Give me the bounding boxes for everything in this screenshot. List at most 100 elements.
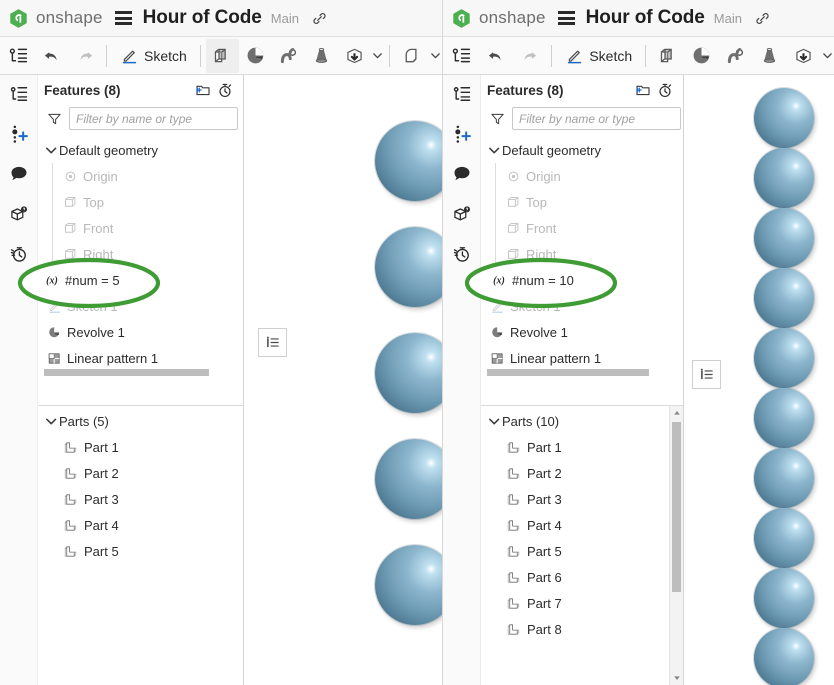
part-sphere[interactable] xyxy=(754,388,814,448)
feature-tree-hscrollbar-left[interactable] xyxy=(44,369,209,376)
filter-input-left[interactable] xyxy=(69,107,238,130)
rail-history[interactable] xyxy=(5,241,33,267)
part-sphere[interactable] xyxy=(375,545,442,625)
feature-tree-hscrollbar-right[interactable] xyxy=(487,369,649,376)
chevron-down-icon-2[interactable] xyxy=(428,39,442,73)
chevron-down-icon[interactable] xyxy=(487,143,502,158)
part-list-item[interactable]: Part 2 xyxy=(481,460,668,486)
rail-comments[interactable] xyxy=(5,161,33,187)
tree-row-feature[interactable]: Revolve 1 xyxy=(481,319,683,345)
part-list-item[interactable]: Part 5 xyxy=(481,538,668,564)
tree-row-feature[interactable]: Sketch 1 xyxy=(481,293,683,319)
revolve-icon[interactable] xyxy=(239,39,272,73)
link-icon[interactable] xyxy=(311,10,328,27)
scroll-up-arrow-icon[interactable] xyxy=(670,406,683,420)
part-list-item[interactable]: Part 6 xyxy=(481,564,668,590)
feature-list-icon-right[interactable] xyxy=(445,39,479,73)
tree-row-group[interactable]: Default geometry xyxy=(481,137,683,163)
undo-icon-right[interactable] xyxy=(479,39,513,73)
loft-icon-right[interactable] xyxy=(753,39,787,73)
rail-add-point[interactable] xyxy=(5,121,33,147)
extrude-icon[interactable] xyxy=(205,38,239,73)
rail-feature-tree-right[interactable] xyxy=(448,81,476,107)
rail-history-right[interactable] xyxy=(448,241,476,267)
parts-header-row[interactable]: Parts (5) xyxy=(38,408,243,434)
part-list-item[interactable]: Part 5 xyxy=(38,538,243,564)
redo-icon-right[interactable] xyxy=(513,39,547,73)
sketch-button[interactable]: Sketch xyxy=(112,39,195,73)
parts-vscrollbar-right[interactable] xyxy=(669,406,683,685)
chevron-down-icon[interactable] xyxy=(371,39,385,73)
filter-funnel-icon[interactable] xyxy=(46,111,63,127)
rail-comments-right[interactable] xyxy=(448,161,476,187)
import-derived-icon[interactable] xyxy=(338,39,371,73)
loft-icon[interactable] xyxy=(305,39,338,73)
tree-row-child[interactable]: Top xyxy=(38,189,243,215)
chevron-down-icon-right[interactable] xyxy=(820,39,834,73)
extrude-icon-right[interactable] xyxy=(651,39,685,73)
tree-row-feature[interactable]: Sketch 1 xyxy=(38,293,243,319)
part-list-item[interactable]: Part 4 xyxy=(38,512,243,538)
3d-viewport-left[interactable] xyxy=(244,75,442,685)
part-sphere[interactable] xyxy=(375,227,442,307)
part-sphere[interactable] xyxy=(754,508,814,568)
part-sphere[interactable] xyxy=(375,333,442,413)
part-list-item[interactable]: Part 2 xyxy=(38,460,243,486)
part-sphere[interactable] xyxy=(375,439,442,519)
part-sphere[interactable] xyxy=(754,208,814,268)
part-list-item[interactable]: Part 8 xyxy=(481,616,668,642)
parts-vscroll-thumb[interactable] xyxy=(672,422,681,592)
part-list-item[interactable]: Part 1 xyxy=(38,434,243,460)
part-sphere[interactable] xyxy=(754,568,814,628)
redo-icon[interactable] xyxy=(68,39,101,73)
sweep-icon[interactable] xyxy=(272,39,305,73)
rail-feature-tree[interactable] xyxy=(5,81,33,107)
part-list-item[interactable]: Part 3 xyxy=(481,486,668,512)
view-list-icon-right[interactable] xyxy=(692,360,721,389)
link-icon-right[interactable] xyxy=(754,10,771,27)
filter-funnel-icon-right[interactable] xyxy=(489,111,506,127)
rollback-timer-icon-right[interactable] xyxy=(654,79,676,101)
part-list-item[interactable]: Part 7 xyxy=(481,590,668,616)
add-folder-icon[interactable] xyxy=(192,79,214,101)
part-list-item[interactable]: Part 3 xyxy=(38,486,243,512)
chevron-down-icon[interactable] xyxy=(487,414,502,429)
tree-row-child[interactable]: Origin xyxy=(38,163,243,189)
hamburger-menu-icon-right[interactable] xyxy=(557,11,575,25)
part-list-item[interactable]: Part 1 xyxy=(481,434,668,460)
tree-row-child[interactable]: Top xyxy=(481,189,683,215)
parts-header-row[interactable]: Parts (10) xyxy=(481,408,668,434)
tree-row-child[interactable]: Origin xyxy=(481,163,683,189)
tree-row-feature[interactable]: Linear pattern 1 xyxy=(38,345,243,371)
feature-tree-left[interactable]: Default geometry Origin Top Front Right (x) #n… xyxy=(38,137,243,405)
tree-row-child[interactable]: Front xyxy=(38,215,243,241)
part-sphere[interactable] xyxy=(375,121,442,201)
part-list-item[interactable]: Part 4 xyxy=(481,512,668,538)
scroll-down-arrow-icon[interactable] xyxy=(670,671,683,685)
revolve-icon-right[interactable] xyxy=(685,39,719,73)
3d-viewport-right[interactable] xyxy=(684,75,834,685)
tree-row-child[interactable]: Right xyxy=(481,241,683,267)
part-sphere[interactable] xyxy=(754,268,814,328)
import-derived-icon-right[interactable] xyxy=(786,39,820,73)
tree-row-child[interactable]: Right xyxy=(38,241,243,267)
add-folder-icon-right[interactable] xyxy=(632,79,654,101)
view-list-icon-left[interactable] xyxy=(258,328,287,357)
chevron-down-icon[interactable] xyxy=(44,414,59,429)
part-sphere[interactable] xyxy=(754,88,814,148)
fillet-icon[interactable] xyxy=(395,39,428,73)
filter-input-right[interactable] xyxy=(512,107,681,130)
part-sphere[interactable] xyxy=(754,448,814,508)
sketch-button-right[interactable]: Sketch xyxy=(557,39,640,73)
part-sphere[interactable] xyxy=(754,328,814,388)
rollback-timer-icon[interactable] xyxy=(214,79,236,101)
chevron-down-icon[interactable] xyxy=(44,143,59,158)
hamburger-menu-icon[interactable] xyxy=(114,11,132,25)
feature-tree-right[interactable]: Default geometry Origin Top Front Right (x) #n… xyxy=(481,137,683,405)
tree-row-feature[interactable]: Revolve 1 xyxy=(38,319,243,345)
rail-add-point-right[interactable] xyxy=(448,121,476,147)
feature-list-icon[interactable] xyxy=(2,39,35,73)
tree-row-group[interactable]: Default geometry xyxy=(38,137,243,163)
tree-row-feature[interactable]: Linear pattern 1 xyxy=(481,345,683,371)
tree-row-child[interactable]: Front xyxy=(481,215,683,241)
